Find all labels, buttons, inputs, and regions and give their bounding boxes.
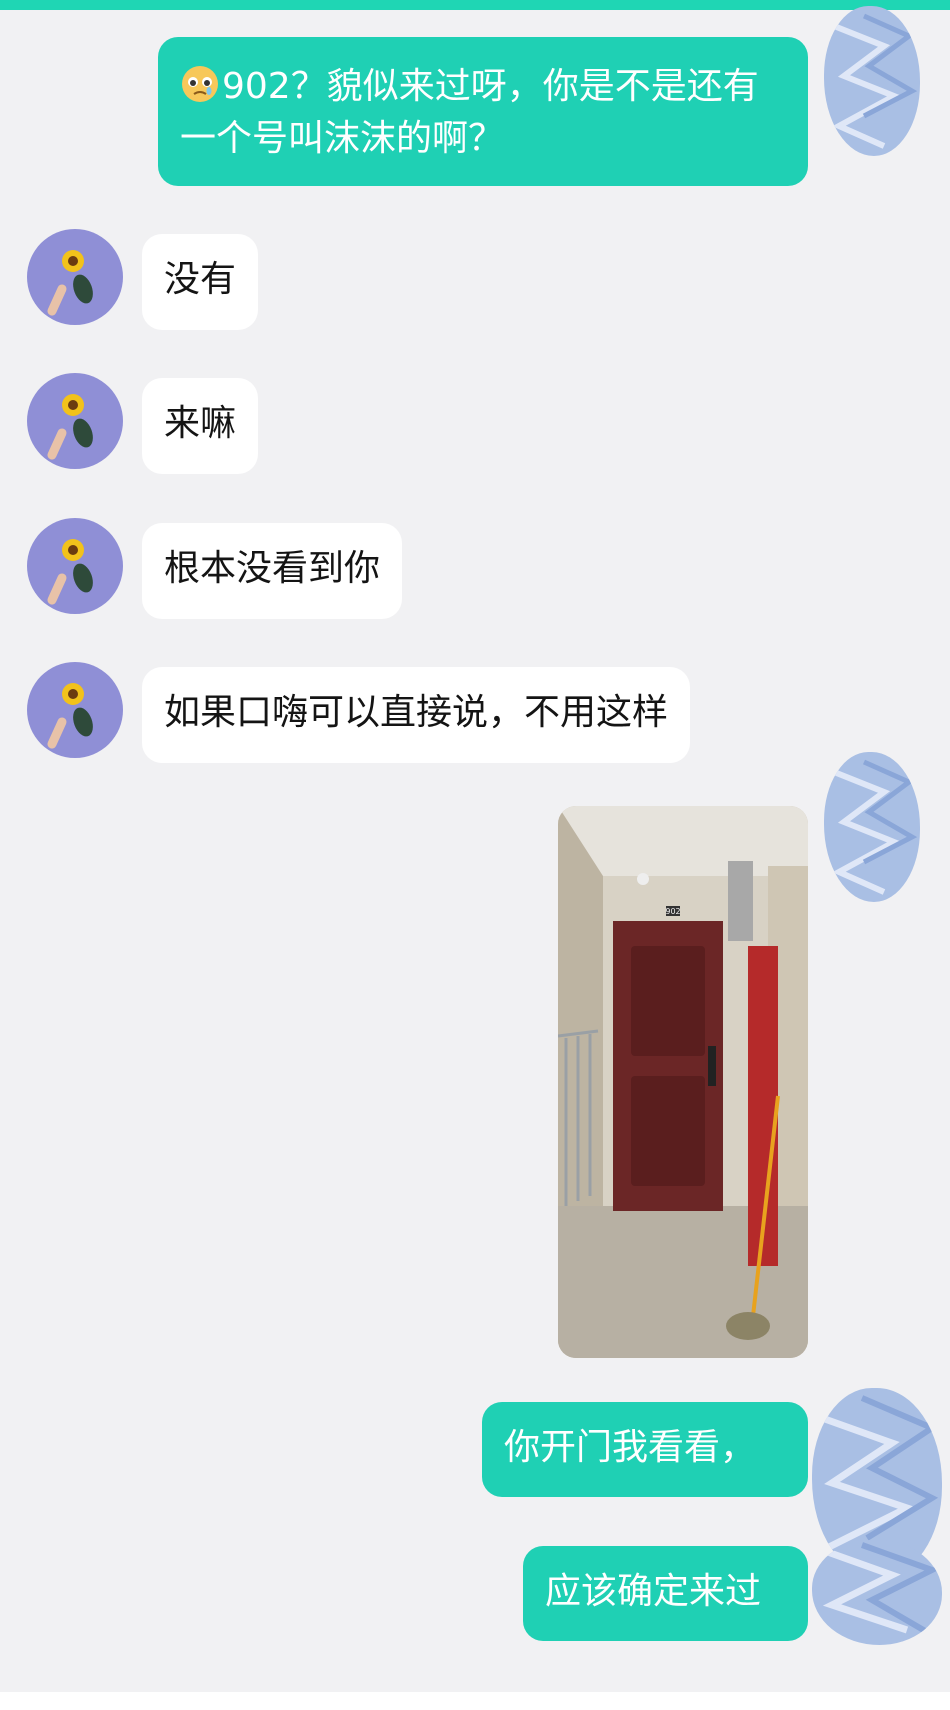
sunflower-avatar-icon <box>27 229 123 325</box>
my-avatar[interactable] <box>824 752 920 902</box>
message-text: 902？貌似来过呀，你是不是还有一个号叫沫沫的啊？ <box>180 66 759 159</box>
message-bubble-incoming[interactable]: 根本没看到你 <box>142 523 403 619</box>
message-text: 你开门我看看， <box>504 1427 757 1468</box>
hallway-door-photo: 902 <box>558 806 808 1358</box>
sunflower-avatar-icon <box>27 518 123 614</box>
message-text: 来嘛 <box>164 403 237 444</box>
peer-avatar[interactable] <box>27 518 123 614</box>
my-avatar[interactable] <box>812 1540 942 1645</box>
message-bubble-outgoing[interactable]: 902？貌似来过呀，你是不是还有一个号叫沫沫的啊？ <box>158 37 808 186</box>
message-text: 应该确定来过 <box>545 1571 762 1612</box>
peer-avatar[interactable] <box>27 373 123 469</box>
blurred-avatar-icon <box>824 752 920 902</box>
message-text: 没有 <box>164 259 237 300</box>
my-avatar[interactable] <box>824 6 920 156</box>
message-text: 根本没看到你 <box>164 548 381 589</box>
message-bubble-incoming[interactable]: 来嘛 <box>142 378 259 474</box>
pleading-face-icon <box>180 64 220 104</box>
peer-avatar[interactable] <box>27 662 123 758</box>
top-accent-bar <box>0 0 950 10</box>
message-text: 如果口嗨可以直接说，不用这样 <box>164 692 669 733</box>
door-number: 902 <box>665 907 680 916</box>
sunflower-avatar-icon <box>27 373 123 469</box>
message-bubble-incoming[interactable]: 如果口嗨可以直接说，不用这样 <box>142 667 691 763</box>
message-bubble-incoming[interactable]: 没有 <box>142 234 259 330</box>
sunflower-avatar-icon <box>27 662 123 758</box>
blurred-avatar-icon <box>812 1540 942 1645</box>
blurred-avatar-icon <box>824 6 920 156</box>
input-bar-edge <box>0 1692 950 1710</box>
message-bubble-outgoing[interactable]: 应该确定来过 <box>523 1546 808 1641</box>
message-bubble-outgoing[interactable]: 你开门我看看， <box>482 1402 808 1497</box>
peer-avatar[interactable] <box>27 229 123 325</box>
photo-message[interactable]: 902 <box>558 806 808 1358</box>
